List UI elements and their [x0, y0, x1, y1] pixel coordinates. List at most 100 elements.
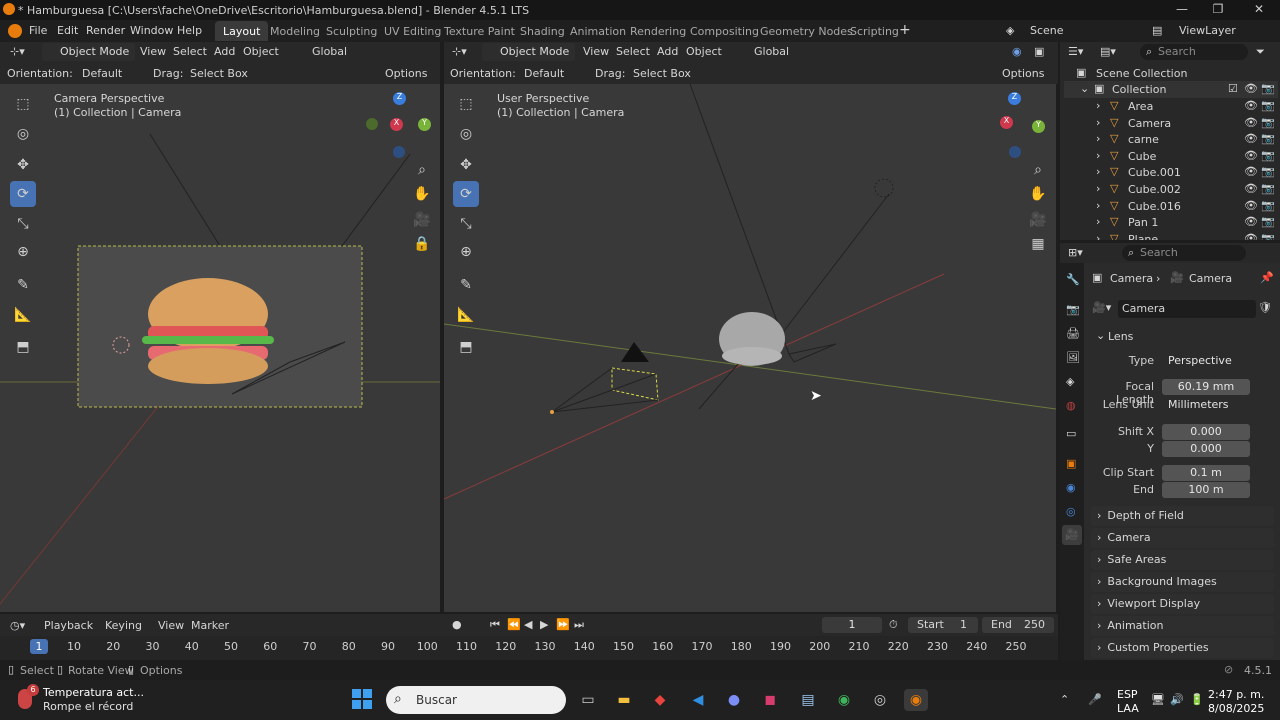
subpanel-expand-icon[interactable]: ›: [1097, 531, 1101, 544]
right-options-dropdown[interactable]: Options: [1002, 67, 1044, 80]
render-icon[interactable]: 📷: [1261, 116, 1275, 129]
start-frame-field[interactable]: Start 1: [908, 617, 978, 633]
lang-line-1[interactable]: ESP: [1117, 688, 1138, 701]
left-nav-gizmo[interactable]: Z Y X: [366, 92, 434, 160]
fake-user-icon[interactable]: 🛡: [1258, 301, 1272, 314]
cursor-tool-icon[interactable]: ◎: [10, 121, 36, 147]
outliner-item[interactable]: › ▽ Cube 👁 📷: [1064, 148, 1278, 165]
right-measure-tool-icon[interactable]: 📐: [453, 302, 479, 328]
expand-icon[interactable]: ›: [1096, 132, 1100, 145]
shift-y-field[interactable]: 0.000: [1162, 441, 1250, 457]
close-icon[interactable]: ✕: [1249, 2, 1269, 18]
right-annotate-tool-icon[interactable]: ✎: [453, 272, 479, 298]
expand-icon[interactable]: ›: [1096, 232, 1100, 240]
left-menu-view[interactable]: View: [140, 45, 166, 58]
display-mode-icon[interactable]: ▤▾: [1100, 45, 1116, 58]
clip-start-field[interactable]: 0.1 m: [1162, 465, 1250, 481]
chrome-icon[interactable]: ◉: [832, 689, 856, 711]
jump-keyframe-back-icon[interactable]: ⏪: [507, 618, 521, 631]
outliner-item[interactable]: › ▽ Pan 1 👁 📷: [1064, 214, 1278, 231]
expand-icon[interactable]: ›: [1096, 99, 1100, 112]
type-dropdown[interactable]: Perspective: [1162, 352, 1250, 369]
property-subpanel[interactable]: › Camera: [1091, 528, 1274, 548]
zoom-icon[interactable]: ⌕: [412, 162, 432, 182]
end-frame-field[interactable]: End 250: [982, 617, 1054, 633]
visible-icon[interactable]: 👁: [1244, 116, 1258, 129]
taskbar-search[interactable]: ⌕ Buscar: [386, 686, 566, 714]
world-tab-icon[interactable]: ◍: [1066, 399, 1076, 412]
right-transform-dropdown[interactable]: Global: [754, 45, 789, 58]
collection-render-icon[interactable]: 📷: [1261, 82, 1275, 95]
right-add-cube-tool-icon[interactable]: ⬒: [453, 334, 479, 360]
collection-row[interactable]: ⌄ ▣ Collection ☑ 👁 📷: [1064, 81, 1278, 98]
expand-icon[interactable]: ›: [1096, 149, 1100, 162]
network-icon[interactable]: 🖥: [1151, 693, 1165, 706]
left-menu-add[interactable]: Add: [214, 45, 235, 58]
tab-layout[interactable]: Layout: [215, 21, 269, 41]
outliner-item[interactable]: › ▽ Area 👁 📷: [1064, 98, 1278, 115]
outliner-item[interactable]: › ▽ Camera 👁 📷: [1064, 115, 1278, 132]
left-mode-dropdown[interactable]: Object Mode: [42, 43, 136, 61]
right-viewport[interactable]: User Perspective (1) Collection | Camera…: [444, 84, 1056, 612]
left-transform-dropdown[interactable]: Global: [312, 45, 347, 58]
steam-icon[interactable]: ◎: [868, 689, 892, 711]
annotate-tool-icon[interactable]: ✎: [10, 272, 36, 298]
render-icon[interactable]: 📷: [1261, 182, 1275, 195]
physics-tab-icon[interactable]: ◉: [1066, 481, 1076, 494]
gizmo-negz-icon[interactable]: [393, 146, 405, 158]
property-subpanel[interactable]: › Animation: [1091, 616, 1274, 636]
tab-scripting[interactable]: Scripting: [842, 21, 907, 41]
discord-icon[interactable]: ●: [722, 689, 746, 711]
jump-keyframe-forward-icon[interactable]: ⏩: [556, 618, 570, 631]
expand-icon[interactable]: ›: [1096, 199, 1100, 212]
anydesk-icon[interactable]: ◆: [648, 689, 672, 711]
render-icon[interactable]: 📷: [1261, 132, 1275, 145]
right-rotate-tool-icon[interactable]: ⟳: [453, 181, 479, 207]
microphone-icon[interactable]: 🎤: [1088, 693, 1102, 706]
grid-view-icon[interactable]: ▦: [1028, 236, 1048, 256]
view-layer-name[interactable]: ViewLayer: [1179, 24, 1236, 37]
left-menu-select[interactable]: Select: [173, 45, 207, 58]
focal-length-field[interactable]: 60.19 mm: [1162, 379, 1250, 395]
render-icon[interactable]: 📷: [1261, 199, 1275, 212]
property-subpanel[interactable]: › Safe Areas: [1091, 550, 1274, 570]
timeline-menu-view[interactable]: View: [158, 619, 184, 632]
add-cube-tool-icon[interactable]: ⬒: [10, 334, 36, 360]
right-menu-add[interactable]: Add: [657, 45, 678, 58]
visible-icon[interactable]: 👁: [1244, 232, 1258, 240]
current-frame-field[interactable]: 1: [822, 617, 882, 633]
menu-file[interactable]: File: [29, 24, 47, 37]
record-icon[interactable]: ●: [452, 618, 462, 631]
visible-icon[interactable]: 👁: [1244, 165, 1258, 178]
scene-icon[interactable]: ◈: [1006, 24, 1014, 37]
scene-name[interactable]: Scene: [1030, 24, 1064, 37]
right-orientation-dropdown[interactable]: Default: [524, 67, 564, 80]
outliner-item[interactable]: › ▽ Cube.002 👁 📷: [1064, 181, 1278, 198]
timer-icon[interactable]: ⏱: [889, 618, 898, 632]
visible-icon[interactable]: 👁: [1244, 199, 1258, 212]
right-menu-view[interactable]: View: [583, 45, 609, 58]
render-icon[interactable]: 📷: [1261, 165, 1275, 178]
collection-visible-icon[interactable]: 👁: [1244, 82, 1258, 95]
outliner-type-icon[interactable]: ☰▾: [1068, 45, 1083, 58]
outliner-item[interactable]: › ▽ Plane 👁 📷: [1064, 231, 1278, 240]
tray-expand-icon[interactable]: ⌃: [1060, 693, 1069, 706]
view-layer-tab-icon[interactable]: 🖼: [1066, 351, 1080, 364]
right-mode-dropdown[interactable]: Object Mode: [482, 43, 576, 61]
render-icon[interactable]: 📷: [1261, 215, 1275, 228]
properties-type-icon[interactable]: ⊞▾: [1068, 246, 1083, 259]
object-tab-icon[interactable]: ▣: [1066, 457, 1076, 470]
tool-tab-icon[interactable]: 🔧: [1066, 273, 1080, 286]
collection-checkbox[interactable]: ☑: [1228, 82, 1238, 95]
scene-tab-icon[interactable]: ◈: [1066, 375, 1074, 388]
menu-edit[interactable]: Edit: [57, 24, 78, 37]
select-tool-icon[interactable]: ⬚: [10, 91, 36, 117]
battery-icon[interactable]: 🔋: [1190, 693, 1204, 706]
property-subpanel[interactable]: › Custom Properties: [1091, 638, 1274, 658]
playhead-frame[interactable]: 1: [30, 639, 48, 654]
collection-expand-icon[interactable]: ⌄: [1080, 82, 1089, 95]
right-menu-object[interactable]: Object: [686, 45, 722, 58]
menu-window[interactable]: Window: [130, 24, 173, 37]
right-editor-type-icon[interactable]: ⊹▾: [452, 45, 467, 58]
clock-date[interactable]: 8/08/2025: [1208, 702, 1264, 715]
